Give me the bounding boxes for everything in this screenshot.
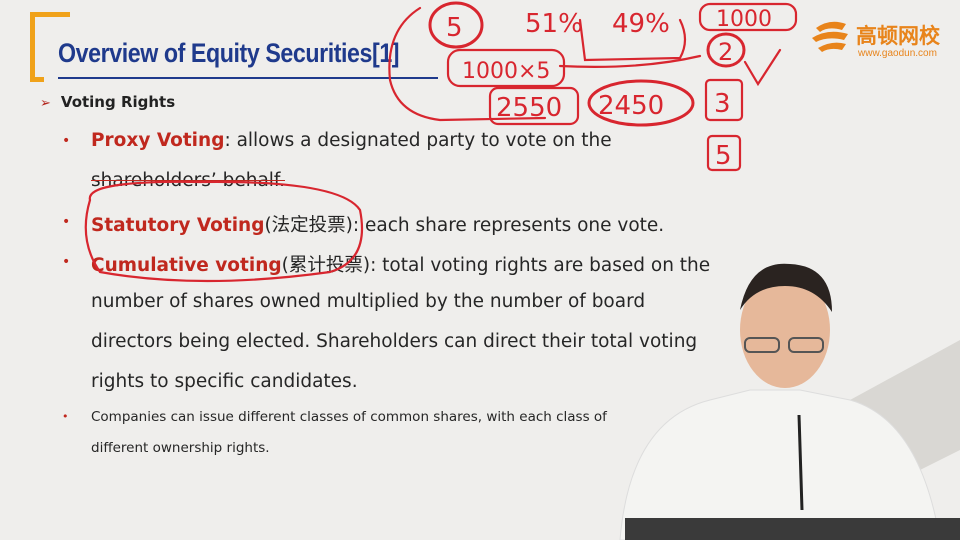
item-continuation: different ownership rights. <box>91 440 270 456</box>
term-cumulative-voting: Cumulative voting <box>91 255 282 276</box>
arrow-bullet-icon: ➢ <box>40 96 51 111</box>
item-text: : allows a designated party to vote on t… <box>224 130 612 151</box>
item-text: : each share represents one vote. <box>352 215 665 236</box>
gaodun-logo-icon <box>812 21 848 52</box>
ink-number: 2 <box>718 38 733 66</box>
lecture-slide: Overview of Equity Securities[1] 高顿网校 ww… <box>0 0 960 540</box>
ink-box <box>488 86 580 126</box>
presenter-video <box>619 263 960 540</box>
section-title: Voting Rights <box>60 93 176 111</box>
logo-url: www.gaodun.com <box>858 48 937 59</box>
ink-circle <box>706 32 746 68</box>
ink-expression: 1000×5 <box>462 59 550 84</box>
ink-box <box>446 48 566 88</box>
item-continuation: rights to specific candidates. <box>91 371 358 392</box>
term-proxy-voting: Proxy Voting <box>91 130 225 151</box>
check-icon <box>743 48 782 87</box>
list-item: Statutory Voting(法定投票): each share repre… <box>91 211 664 237</box>
section-heading: ➢ Voting Rights <box>40 93 175 111</box>
logo-name: 高顿网校 <box>856 24 940 48</box>
ink-number: 5 <box>446 13 463 43</box>
ink-box <box>698 2 798 32</box>
ink-stroke <box>558 54 702 68</box>
list-item: Companies can issue different classes of… <box>91 409 607 425</box>
ink-stroke <box>388 6 547 122</box>
bullet-icon: • <box>62 133 71 149</box>
term-cn: (法定投票) <box>264 215 353 236</box>
ink-percent: 51% <box>525 9 583 39</box>
brand-logo: 高顿网校 www.gaodun.com <box>808 14 958 64</box>
ink-number: 2450 <box>598 91 664 121</box>
bullet-icon: • <box>62 410 69 423</box>
ink-box <box>706 134 742 172</box>
term-cn: (累计投票) <box>281 255 371 276</box>
ink-number: 3 <box>714 89 731 119</box>
list-item: Proxy Voting: allows a designated party … <box>91 130 612 151</box>
term-statutory-voting: Statutory Voting <box>91 215 265 236</box>
slide-title: Overview of Equity Securities[1] <box>58 38 400 68</box>
item-continuation: shareholders’ behalf. <box>91 170 285 191</box>
item-continuation: number of shares owned multiplied by the… <box>91 291 646 312</box>
ink-circle <box>587 79 695 127</box>
bullet-icon: • <box>62 214 71 230</box>
ink-circle <box>428 1 484 49</box>
ink-number: 5 <box>715 141 732 171</box>
ink-stroke <box>578 18 687 62</box>
ink-number: 1000 <box>716 7 772 32</box>
bullet-icon: • <box>62 254 71 270</box>
ink-number: 2550 <box>496 93 562 123</box>
title-underline <box>58 77 438 79</box>
title-bracket-corner <box>30 68 44 82</box>
ink-box <box>704 78 744 122</box>
podium <box>625 518 960 540</box>
ink-percent: 49% <box>612 9 670 39</box>
